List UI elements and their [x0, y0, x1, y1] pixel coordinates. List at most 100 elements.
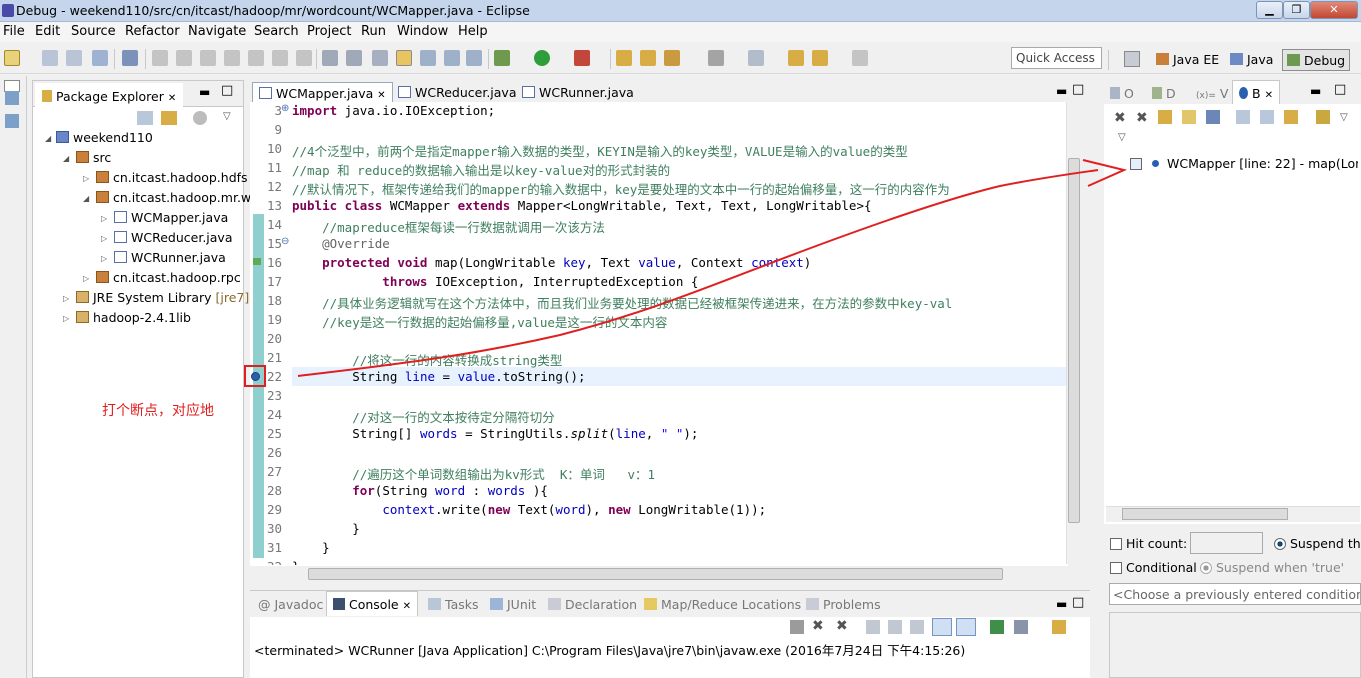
fold-minus-icon[interactable]: ⊖	[281, 236, 289, 247]
menu-help[interactable]: Help	[458, 24, 488, 39]
tree-src[interactable]: src	[76, 150, 111, 165]
step-into-icon[interactable]	[248, 50, 264, 66]
save-all-icon[interactable]	[66, 50, 82, 66]
minimized-view-icon[interactable]	[5, 114, 19, 128]
tab-outline[interactable]: O	[1110, 86, 1134, 101]
tab-wcrunner[interactable]: WCRunner.java	[516, 82, 640, 104]
condition-dropdown[interactable]: <Choose a previously entered condition>	[1109, 583, 1361, 605]
tab-console[interactable]: Console ✕	[326, 591, 418, 616]
show-stderr-icon[interactable]	[956, 618, 976, 636]
menu-source[interactable]: Source	[71, 24, 116, 39]
breakpoint-entry[interactable]: WCMapper [line: 22] - map(Long	[1130, 156, 1358, 171]
open-console-icon[interactable]	[1052, 620, 1066, 634]
maximize-console-icon[interactable]: □	[1072, 595, 1084, 610]
tree-file-wcrunner[interactable]: WCRunner.java	[114, 250, 226, 265]
remove-launch-icon[interactable]: ✖	[812, 619, 828, 634]
hit-count-option[interactable]: Hit count:	[1110, 536, 1187, 551]
print-icon[interactable]	[92, 50, 108, 66]
minimize-editor-icon[interactable]: ▬	[1056, 84, 1067, 98]
tab-package-explorer[interactable]: Package Explorer ✕	[35, 83, 184, 108]
show-whitespace-icon[interactable]	[420, 50, 436, 66]
menu-edit[interactable]: Edit	[35, 24, 60, 39]
collapse-all-bp-icon[interactable]	[1260, 110, 1274, 124]
tree-package-hdfs[interactable]: cn.itcast.hadoop.hdfs	[96, 170, 248, 185]
tree-jre-library[interactable]: JRE System Library [jre7]	[76, 290, 249, 305]
tab-declaration[interactable]: Declaration	[548, 597, 637, 612]
drop-to-frame-icon[interactable]	[346, 50, 362, 66]
hit-count-checkbox[interactable]	[1110, 538, 1122, 550]
save-icon[interactable]	[42, 50, 58, 66]
show-source-icon[interactable]	[444, 50, 460, 66]
tab-javadoc[interactable]: @ Javadoc	[258, 597, 323, 612]
minimized-view-icon[interactable]	[5, 91, 19, 105]
breakpoint-icon[interactable]	[251, 372, 260, 381]
hit-count-input[interactable]	[1190, 532, 1263, 554]
last-edit-icon[interactable]	[788, 50, 804, 66]
expand-all-icon[interactable]	[1236, 110, 1250, 124]
add-java-exception-icon[interactable]	[1316, 110, 1330, 124]
editor-horizontal-scroll-thumb[interactable]	[308, 568, 1003, 580]
close-tab-icon[interactable]: ✕	[1265, 90, 1273, 101]
maximize-editor-icon[interactable]: □	[1072, 82, 1084, 97]
skip-all-breakpoints-icon[interactable]	[1206, 110, 1220, 124]
remove-all-breakpoints-icon[interactable]: ✖	[1136, 110, 1148, 126]
suspend-thread-option[interactable]: Suspend th	[1274, 536, 1361, 551]
close-tab-icon[interactable]: ✕	[403, 601, 411, 612]
condition-editor[interactable]	[1109, 612, 1361, 678]
maximize-button[interactable]: ❐	[1283, 1, 1310, 19]
pilcrow-icon[interactable]	[466, 50, 482, 66]
menu-file[interactable]: File	[3, 24, 25, 39]
open-perspective-icon[interactable]	[1124, 51, 1140, 67]
menu-window[interactable]: Window	[397, 24, 448, 39]
debug-icon[interactable]	[494, 50, 510, 66]
tree-project-weekend110[interactable]: weekend110	[56, 130, 153, 145]
tab-debug[interactable]: D	[1152, 86, 1176, 101]
conditional-option[interactable]: Conditional	[1110, 560, 1197, 575]
terminate-icon[interactable]	[200, 50, 216, 66]
pin-console-icon[interactable]	[990, 620, 1004, 634]
suspend-thread-radio[interactable]	[1274, 538, 1286, 550]
tab-wcmapper[interactable]: WCMapper.java ✕	[252, 82, 393, 104]
step-over-icon[interactable]	[272, 50, 288, 66]
focus-icon[interactable]	[193, 111, 207, 125]
tab-breakpoints[interactable]: B ✕	[1232, 80, 1280, 105]
menu-search[interactable]: Search	[254, 24, 299, 39]
back-icon[interactable]	[812, 50, 828, 66]
tab-tasks[interactable]: Tasks	[428, 597, 479, 612]
go-to-file-icon[interactable]	[1182, 110, 1196, 124]
suspend-when-true-option[interactable]: Suspend when 'true'	[1200, 560, 1344, 575]
perspective-debug[interactable]: Debug	[1282, 49, 1351, 71]
menu-refactor[interactable]: Refactor	[125, 24, 180, 39]
maximize-view-icon[interactable]: □	[221, 83, 233, 98]
use-step-filters-icon[interactable]	[322, 50, 338, 66]
minimize-view-icon[interactable]: ▬	[199, 85, 210, 99]
breakpoints-scroll-thumb[interactable]	[1122, 508, 1288, 520]
breakpoint-enabled-checkbox[interactable]	[1130, 158, 1142, 170]
disconnect-icon[interactable]	[224, 50, 240, 66]
mark-occurrences-icon[interactable]	[396, 50, 412, 66]
editor-vertical-scroll-thumb[interactable]	[1068, 158, 1080, 523]
link-with-debug-icon[interactable]	[1284, 110, 1298, 124]
prev-annotation-icon[interactable]	[748, 50, 764, 66]
suspend-icon[interactable]	[176, 50, 192, 66]
perspective-java[interactable]: Java	[1226, 49, 1277, 71]
tree-file-wcreducer[interactable]: WCReducer.java	[114, 230, 232, 245]
maximize-right-icon[interactable]: □	[1334, 82, 1346, 97]
tree-package-mr[interactable]: cn.itcast.hadoop.mr.w	[96, 190, 251, 205]
open-type-icon[interactable]	[616, 50, 632, 66]
quick-access-input[interactable]: Quick Access	[1011, 47, 1102, 69]
show-stdout-icon[interactable]	[932, 618, 952, 636]
minimize-right-icon[interactable]: ▬	[1310, 84, 1321, 98]
terminate-console-icon[interactable]	[790, 620, 804, 634]
new-icon[interactable]	[4, 50, 20, 66]
display-console-icon[interactable]	[1014, 620, 1028, 634]
run-icon[interactable]	[534, 50, 550, 66]
next-annotation-icon[interactable]	[708, 50, 724, 66]
menu-project[interactable]: Project	[307, 24, 351, 39]
menu-navigate[interactable]: Navigate	[188, 24, 246, 39]
tab-junit[interactable]: JUnit	[490, 597, 536, 612]
external-tools-icon[interactable]	[574, 50, 590, 66]
close-tab-icon[interactable]: ✕	[377, 90, 385, 101]
conditional-checkbox[interactable]	[1110, 562, 1122, 574]
view-menu-icon[interactable]: ▽	[1118, 132, 1126, 143]
